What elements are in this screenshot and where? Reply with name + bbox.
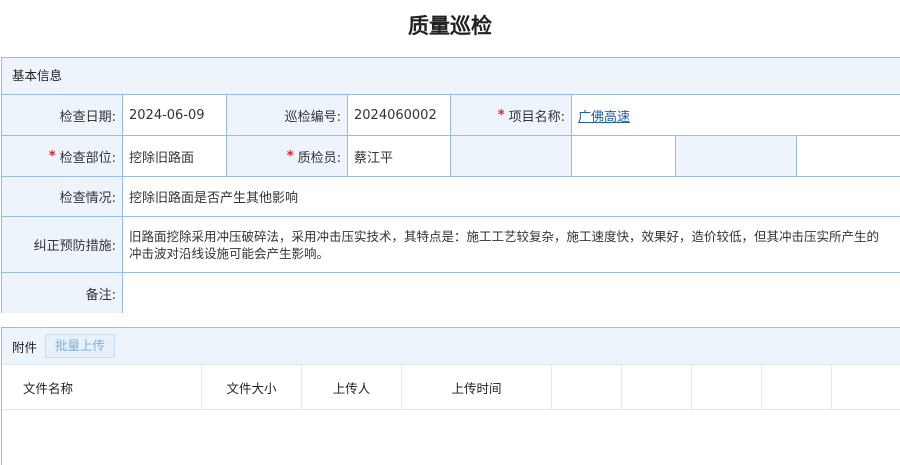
column-file-name[interactable]: 文件名称: [2, 365, 202, 409]
form-row-1: 检查日期: 2024-06-09 巡检编号: 2024060002 * 项目名称…: [2, 95, 900, 136]
column-file-size[interactable]: 文件大小: [202, 365, 302, 409]
check-date-field[interactable]: 2024-06-09: [123, 95, 227, 135]
attachments-grid-header: 文件名称 文件大小 上传人 上传时间: [2, 365, 900, 410]
attachments-header: 附件 批量上传: [2, 328, 900, 365]
check-part-label: * 检查部位:: [2, 136, 123, 176]
required-mark: *: [497, 107, 505, 123]
column-uploader[interactable]: 上传人: [302, 365, 402, 409]
page-title: 质量巡检: [408, 14, 492, 38]
basic-info-panel: 基本信息 检查日期: 2024-06-09 巡检编号: 2024060002 *…: [1, 57, 900, 313]
patrol-no-label: 巡检编号:: [227, 95, 348, 135]
remarks-field[interactable]: [123, 273, 900, 313]
required-mark: *: [48, 148, 56, 164]
measures-label: 纠正预防措施:: [2, 217, 123, 272]
situation-label: 检查情况:: [2, 177, 123, 216]
form-row-5: 备注:: [2, 273, 900, 313]
form-row-4: 纠正预防措施: 旧路面挖除采用冲压破碎法，采用冲击压实技术，其特点是：施工工艺较…: [2, 217, 900, 273]
required-mark: *: [286, 148, 294, 164]
patrol-no-field[interactable]: 2024060002: [348, 95, 451, 135]
check-date-label: 检查日期:: [2, 95, 123, 135]
remarks-label: 备注:: [2, 273, 123, 313]
inspector-label: * 质检员:: [227, 136, 348, 176]
measures-field[interactable]: 旧路面挖除采用冲压破碎法，采用冲击压实技术，其特点是：施工工艺较复杂，施工速度快…: [123, 217, 900, 272]
inspector-field[interactable]: 蔡江平: [348, 136, 451, 176]
project-name-link[interactable]: 广佛高速: [578, 106, 630, 125]
empty-value-cell: [572, 136, 676, 176]
batch-upload-button[interactable]: 批量上传: [45, 334, 116, 358]
column-upload-time[interactable]: 上传时间: [402, 365, 552, 409]
basic-info-header: 基本信息: [2, 58, 900, 95]
column-empty: [552, 365, 622, 409]
column-empty: [832, 365, 900, 409]
empty-label-cell: [451, 136, 572, 176]
empty-value-cell: [797, 136, 900, 176]
column-empty: [692, 365, 762, 409]
attachments-panel: 附件 批量上传 文件名称 文件大小 上传人 上传时间: [1, 327, 900, 465]
check-part-field[interactable]: 挖除旧路面: [123, 136, 227, 176]
project-name-field: 广佛高速: [572, 95, 900, 135]
column-empty: [762, 365, 832, 409]
project-name-label: * 项目名称:: [451, 95, 572, 135]
attachments-title: 附件: [12, 339, 38, 355]
form-row-2: * 检查部位: 挖除旧路面 * 质检员: 蔡江平: [2, 136, 900, 177]
situation-field[interactable]: 挖除旧路面是否产生其他影响: [123, 177, 900, 216]
column-empty: [622, 365, 692, 409]
form-row-3: 检查情况: 挖除旧路面是否产生其他影响: [2, 177, 900, 217]
empty-label-cell: [676, 136, 797, 176]
